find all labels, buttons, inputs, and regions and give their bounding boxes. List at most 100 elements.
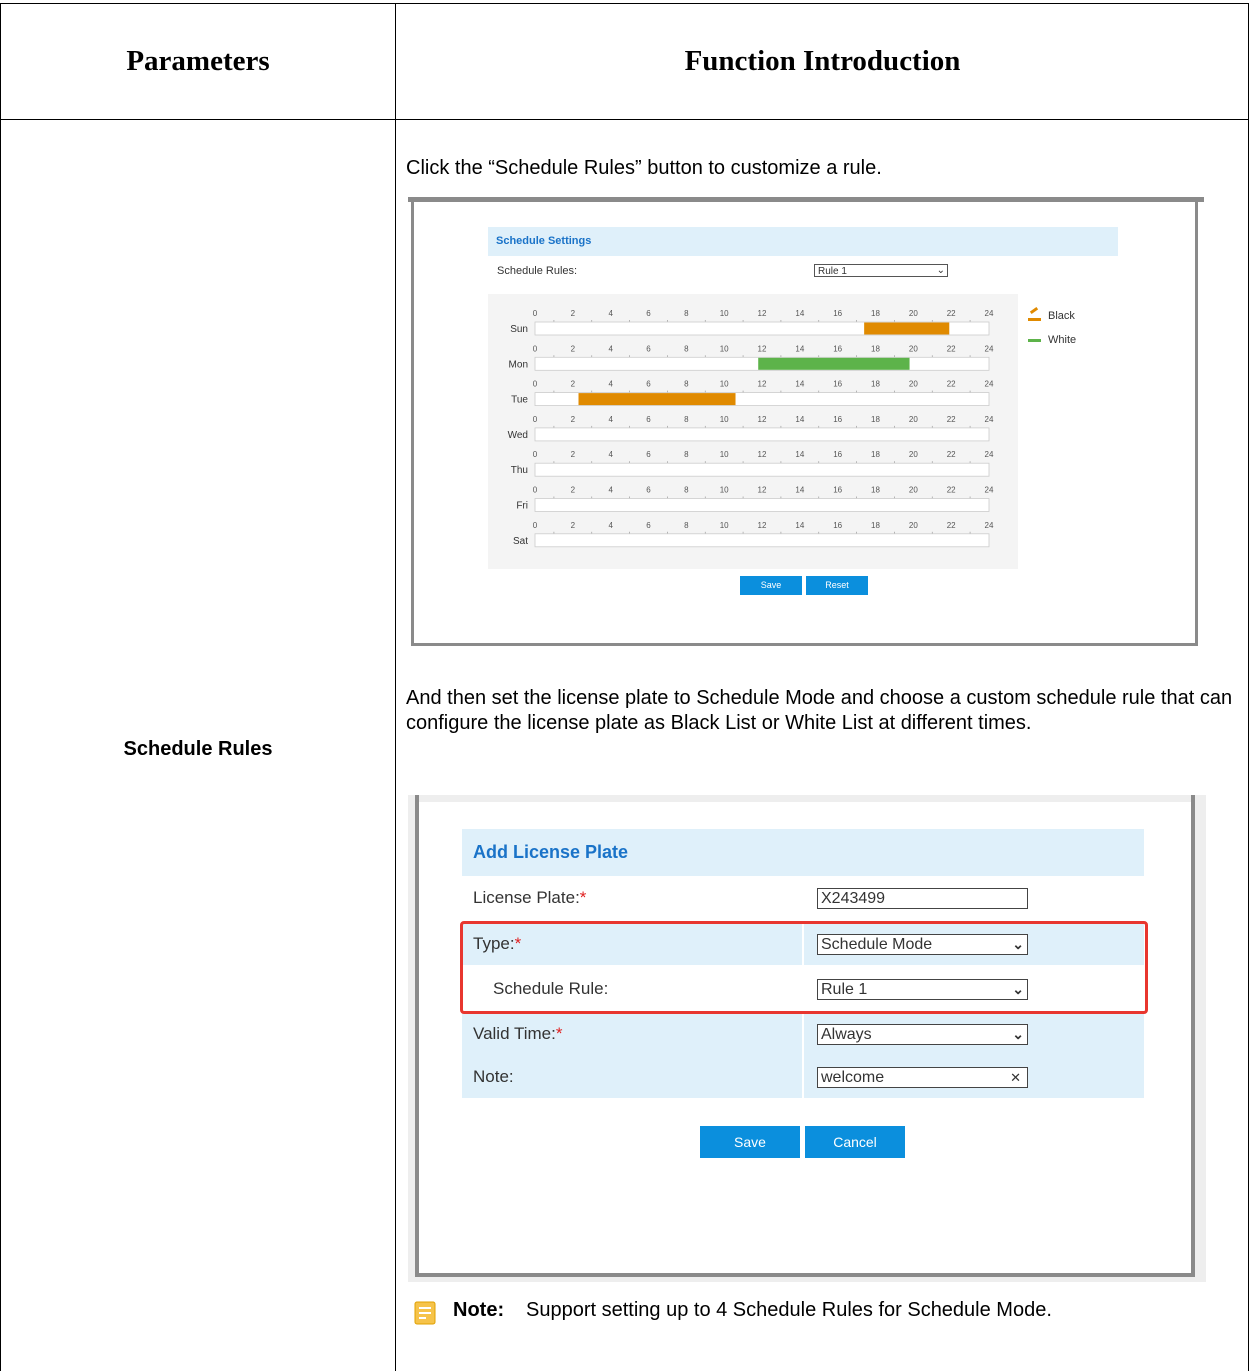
schedule-segment bbox=[864, 322, 950, 335]
valid-time-row: Valid Time:* Always ⌄ bbox=[462, 1012, 1144, 1055]
day-label: Thu bbox=[511, 465, 528, 476]
schedule-segment bbox=[578, 393, 736, 406]
tick-label: 24 bbox=[985, 415, 994, 424]
tick-label: 8 bbox=[684, 486, 689, 495]
tick-label: 2 bbox=[571, 380, 576, 389]
tick-label: 8 bbox=[684, 344, 689, 353]
note-input[interactable]: welcome ✕ bbox=[817, 1067, 1028, 1088]
tick-label: 2 bbox=[571, 309, 576, 318]
tick-label: 8 bbox=[684, 380, 689, 389]
tick-label: 4 bbox=[608, 380, 613, 389]
column-divider bbox=[802, 1012, 804, 1055]
tick-label: 16 bbox=[833, 521, 842, 530]
tick-label: 18 bbox=[871, 486, 880, 495]
tick-label: 0 bbox=[533, 521, 538, 530]
day-label: Tue bbox=[511, 395, 528, 406]
tick-label: 2 bbox=[571, 450, 576, 459]
schedule-reset-button[interactable]: Reset bbox=[806, 576, 868, 595]
tick-label: 16 bbox=[833, 415, 842, 424]
tick-label: 20 bbox=[909, 450, 918, 459]
then-paragraph: And then set the license plate to Schedu… bbox=[406, 687, 1233, 734]
tick-label: 6 bbox=[646, 521, 651, 530]
tick-label: 24 bbox=[985, 380, 994, 389]
legend-white-label: White bbox=[1048, 334, 1077, 346]
tick-label: 16 bbox=[833, 450, 842, 459]
tick-label: 10 bbox=[720, 380, 729, 389]
tick-label: 16 bbox=[833, 309, 842, 318]
tick-label: 14 bbox=[795, 309, 804, 318]
tick-label: 24 bbox=[985, 309, 994, 318]
tick-label: 16 bbox=[833, 344, 842, 353]
plate-cancel-button[interactable]: Cancel bbox=[805, 1126, 905, 1158]
clear-icon[interactable]: ✕ bbox=[1010, 1068, 1021, 1087]
day-label: Sun bbox=[510, 324, 528, 335]
tick-label: 24 bbox=[985, 344, 994, 353]
schedule-save-button[interactable]: Save bbox=[740, 576, 802, 595]
tick-label: 22 bbox=[947, 380, 956, 389]
tick-label: 10 bbox=[720, 521, 729, 530]
white-brush-icon bbox=[1028, 339, 1041, 342]
schedule-rules-row: Schedule Rules: Rule 1 ⌄ bbox=[488, 256, 1118, 285]
day-label: Fri bbox=[516, 501, 528, 512]
tick-label: 0 bbox=[533, 486, 538, 495]
tick-label: 4 bbox=[608, 344, 613, 353]
note-field-label: Note: bbox=[473, 1067, 514, 1086]
chevron-down-icon: ⌄ bbox=[1012, 1026, 1024, 1042]
tick-label: 6 bbox=[646, 486, 651, 495]
license-plate-row: License Plate:* X243499 bbox=[462, 876, 1144, 919]
tick-label: 0 bbox=[533, 415, 538, 424]
tick-label: 10 bbox=[720, 486, 729, 495]
schedule-rules-value: Rule 1 bbox=[818, 266, 847, 277]
tick-label: 6 bbox=[646, 380, 651, 389]
day-label: Wed bbox=[508, 430, 528, 441]
table-left-border bbox=[0, 3, 1, 1371]
tick-label: 6 bbox=[646, 344, 651, 353]
header-function-introduction: Function Introduction bbox=[684, 44, 961, 77]
tick-label: 18 bbox=[871, 309, 880, 318]
tick-label: 20 bbox=[909, 521, 918, 530]
tick-label: 22 bbox=[947, 486, 956, 495]
tick-label: 0 bbox=[533, 380, 538, 389]
tick-label: 12 bbox=[758, 450, 767, 459]
tick-label: 10 bbox=[720, 415, 729, 424]
tick-label: 18 bbox=[871, 380, 880, 389]
tick-label: 8 bbox=[684, 521, 689, 530]
note-label: Note: bbox=[453, 1299, 505, 1321]
intro-paragraph: Click the “Schedule Rules” button to cus… bbox=[406, 157, 882, 179]
tick-label: 12 bbox=[758, 309, 767, 318]
schedule-settings-title: Schedule Settings bbox=[488, 227, 1118, 256]
tick-label: 24 bbox=[985, 450, 994, 459]
table-column-divider bbox=[395, 3, 396, 1371]
tick-label: 22 bbox=[947, 521, 956, 530]
tick-label: 10 bbox=[720, 450, 729, 459]
table-header-divider bbox=[0, 119, 1249, 120]
tick-label: 6 bbox=[646, 415, 651, 424]
schedule-legend: Black White bbox=[1028, 309, 1076, 357]
plate-save-button[interactable]: Save bbox=[700, 1126, 800, 1158]
tick-label: 12 bbox=[758, 344, 767, 353]
tick-label: 8 bbox=[684, 309, 689, 318]
column-divider bbox=[802, 876, 804, 919]
day-bar bbox=[534, 427, 990, 442]
tick-label: 12 bbox=[758, 521, 767, 530]
schedule-settings-screenshot: Schedule Settings Schedule Rules: Rule 1… bbox=[408, 197, 1204, 657]
license-plate-label: License Plate:* bbox=[473, 888, 587, 907]
tick-label: 12 bbox=[758, 415, 767, 424]
legend-black[interactable]: Black bbox=[1028, 309, 1076, 333]
parameter-name: Schedule Rules bbox=[123, 738, 273, 760]
tick-label: 2 bbox=[571, 344, 576, 353]
tick-label: 0 bbox=[533, 344, 538, 353]
tick-label: 14 bbox=[795, 486, 804, 495]
legend-white[interactable]: White bbox=[1028, 333, 1076, 357]
valid-time-select[interactable]: Always ⌄ bbox=[817, 1024, 1028, 1045]
day-bar bbox=[534, 498, 990, 512]
tick-label: 18 bbox=[871, 521, 880, 530]
schedule-rules-label: Schedule Rules: bbox=[497, 265, 578, 277]
schedule-rules-select[interactable]: Rule 1 ⌄ bbox=[814, 264, 948, 277]
tick-label: 12 bbox=[758, 486, 767, 495]
license-plate-input[interactable]: X243499 bbox=[817, 888, 1028, 909]
tick-label: 0 bbox=[533, 309, 538, 318]
tick-label: 4 bbox=[608, 486, 613, 495]
tick-label: 22 bbox=[947, 415, 956, 424]
tick-label: 18 bbox=[871, 344, 880, 353]
